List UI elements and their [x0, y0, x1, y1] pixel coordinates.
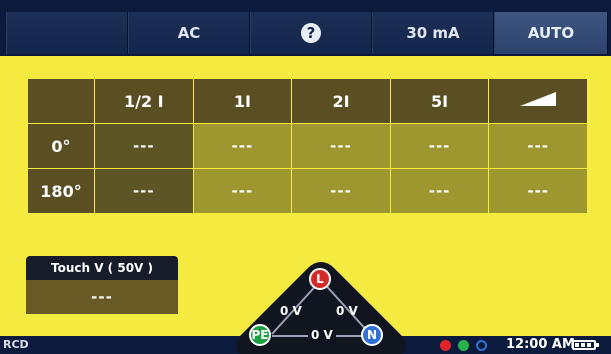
table-header-row: 1/2 I 1I 2I 5I	[27, 78, 588, 124]
table-cell[interactable]: ---	[94, 168, 194, 214]
voltage-l-n: 0 V	[336, 304, 358, 318]
battery-icon	[572, 340, 599, 350]
touch-voltage-value: ---	[26, 280, 178, 314]
row-label-180deg: 180°	[27, 168, 95, 214]
tab-help[interactable]: ?	[250, 12, 372, 54]
touch-voltage-panel: Touch V ( 50V ) ---	[26, 256, 178, 314]
tab-blank[interactable]	[6, 12, 128, 54]
corner-cell	[27, 78, 95, 124]
help-icon: ?	[301, 23, 321, 43]
col-2i[interactable]: 2I	[291, 78, 391, 124]
table-cell[interactable]: ---	[389, 168, 490, 214]
row-label-0deg: 0°	[27, 123, 95, 169]
red-status-dot-icon	[440, 340, 451, 351]
top-tab-bar: AC ? 30 mA AUTO	[0, 0, 611, 56]
touch-voltage-title: Touch V ( 50V )	[26, 256, 178, 280]
ramp-icon	[520, 92, 557, 106]
table-row-0deg: 0° --- --- --- --- ---	[27, 123, 588, 169]
col-ramp[interactable]	[488, 78, 588, 124]
tab-auto[interactable]: AUTO	[494, 12, 608, 54]
tab-ac-label: AC	[177, 24, 201, 42]
tab-auto-label: AUTO	[527, 24, 575, 42]
col-half-i[interactable]: 1/2 I	[94, 78, 194, 124]
table-cell[interactable]: ---	[488, 168, 588, 214]
table-cell[interactable]: ---	[192, 123, 293, 169]
terminal-n: N	[361, 324, 383, 346]
terminal-l: L	[309, 268, 331, 290]
tab-current[interactable]: 30 mA	[372, 12, 494, 54]
clock: 12:00 AM	[506, 337, 575, 352]
table-cell[interactable]: ---	[291, 168, 391, 214]
col-1i[interactable]: 1I	[192, 78, 293, 124]
tab-ac[interactable]: AC	[128, 12, 250, 54]
table-row-180deg: 180° --- --- --- --- ---	[27, 168, 588, 214]
results-table: 1/2 I 1I 2I 5I 0° --- --- --- --- --- 18…	[27, 78, 588, 214]
table-cell[interactable]: ---	[94, 123, 194, 169]
green-status-dot-icon	[458, 340, 469, 351]
tab-current-label: 30 mA	[406, 24, 460, 42]
table-cell[interactable]: ---	[291, 123, 391, 169]
blue-status-ring-icon	[476, 340, 487, 351]
table-cell[interactable]: ---	[488, 123, 588, 169]
table-cell[interactable]: ---	[389, 123, 490, 169]
terminal-diagram: L PE N 0 V 0 V 0 V	[232, 258, 410, 354]
table-cell[interactable]: ---	[192, 168, 293, 214]
mode-label: RCD	[3, 338, 29, 351]
voltage-l-pe: 0 V	[280, 304, 302, 318]
terminal-pe: PE	[249, 324, 271, 346]
col-5i[interactable]: 5I	[389, 78, 490, 124]
voltage-pe-n: 0 V	[308, 328, 336, 342]
